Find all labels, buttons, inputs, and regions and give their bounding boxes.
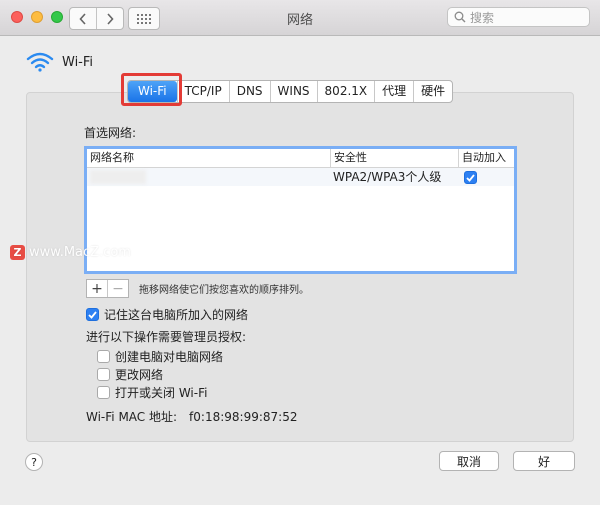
watermark-text: www.MacZ.com — [29, 245, 131, 260]
create-network-checkbox[interactable] — [97, 350, 110, 363]
remember-networks-checkbox[interactable] — [86, 308, 99, 321]
tab-hardware[interactable]: 硬件 — [413, 81, 452, 102]
tab-8021x[interactable]: 802.1X — [316, 81, 375, 102]
network-name-cell — [87, 168, 330, 186]
watermark-logo: Z — [10, 245, 25, 260]
admin-option-toggle-wifi[interactable]: 打开或关闭 Wi-Fi — [97, 384, 207, 401]
search-placeholder: 搜索 — [470, 10, 495, 25]
tab-tcpip[interactable]: TCP/IP — [176, 81, 229, 102]
change-network-label: 更改网络 — [115, 368, 164, 382]
checkmark-icon — [88, 310, 97, 319]
add-remove-control: + − — [86, 279, 129, 298]
interface-name: Wi-Fi — [62, 54, 94, 70]
blurred-network-name — [90, 170, 146, 184]
cancel-button[interactable]: 取消 — [439, 451, 499, 471]
tab-dns[interactable]: DNS — [228, 81, 270, 102]
checkmark-icon — [466, 173, 475, 182]
admin-option-change-network[interactable]: 更改网络 — [97, 366, 163, 383]
toggle-wifi-checkbox[interactable] — [97, 386, 110, 399]
wifi-icon — [26, 52, 54, 72]
tab-highlight-box — [121, 73, 182, 106]
column-network-name[interactable]: 网络名称 — [87, 149, 330, 167]
create-network-label: 创建电脑对电脑网络 — [115, 350, 224, 364]
add-network-button[interactable]: + — [87, 280, 107, 297]
interface-header: Wi-Fi — [26, 52, 93, 72]
ok-button[interactable]: 好 — [513, 451, 575, 471]
mac-address-label: Wi-Fi MAC 地址: — [86, 410, 178, 424]
remember-networks-label: 记住这台电脑所加入的网络 — [104, 308, 249, 322]
title-bar: 网络 搜索 — [0, 0, 600, 36]
tab-wins[interactable]: WINS — [269, 81, 317, 102]
mac-address-row: Wi-Fi MAC 地址: f0:18:98:99:87:52 — [86, 408, 297, 425]
admin-auth-text: 进行以下操作需要管理员授权: — [86, 330, 247, 344]
drag-hint-text: 拖移网络使它们按您喜欢的顺序排列。 — [139, 285, 309, 296]
admin-auth-label: 进行以下操作需要管理员授权: — [86, 328, 246, 345]
column-auto-join[interactable]: 自动加入 — [458, 149, 514, 167]
auto-join-cell — [458, 168, 514, 186]
auto-join-checkbox[interactable] — [464, 171, 477, 184]
remember-networks-row[interactable]: 记住这台电脑所加入的网络 — [86, 306, 248, 323]
help-button[interactable]: ? — [25, 453, 43, 471]
mac-address-value: f0:18:98:99:87:52 — [189, 410, 298, 424]
table-row[interactable]: WPA2/WPA3个人级 — [87, 168, 514, 186]
admin-option-create-network[interactable]: 创建电脑对电脑网络 — [97, 348, 223, 365]
table-header: 网络名称 安全性 自动加入 — [87, 149, 514, 168]
search-icon — [454, 11, 466, 23]
tab-proxy[interactable]: 代理 — [374, 81, 413, 102]
watermark: Z www.MacZ.com — [10, 245, 131, 260]
change-network-checkbox[interactable] — [97, 368, 110, 381]
toggle-wifi-label: 打开或关闭 Wi-Fi — [115, 386, 208, 400]
security-cell: WPA2/WPA3个人级 — [333, 170, 442, 184]
preferred-networks-label: 首选网络: — [84, 126, 137, 140]
search-field[interactable]: 搜索 — [447, 7, 590, 27]
column-security[interactable]: 安全性 — [330, 149, 458, 167]
remove-network-button[interactable]: − — [107, 280, 128, 297]
preferred-networks-table[interactable]: 网络名称 安全性 自动加入 WPA2/WPA3个人级 — [84, 146, 517, 274]
